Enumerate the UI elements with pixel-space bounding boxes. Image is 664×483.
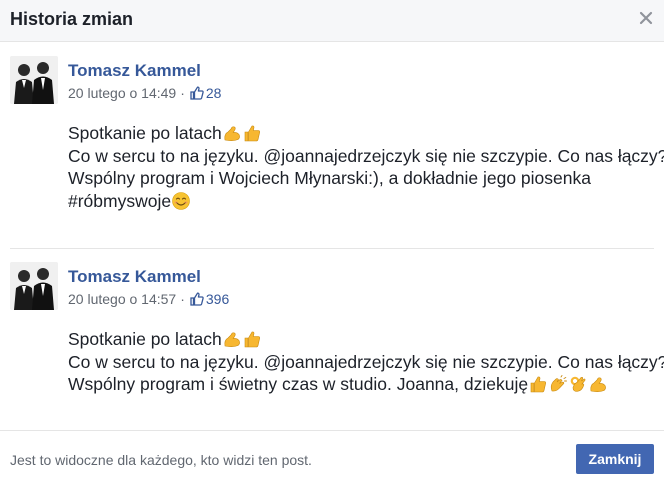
clapping-hands-icon — [550, 375, 568, 392]
edit-history-dialog: Historia zmian Tomasz Kammel 20 lutego o… — [0, 0, 664, 483]
avatar[interactable] — [10, 56, 58, 104]
like-count[interactable]: 28 — [206, 84, 222, 102]
post-line: Co w sercu to na języku. @joannajedrzejc… — [68, 145, 664, 168]
thumbs-up-emoji-icon — [244, 331, 260, 348]
close-button[interactable]: Zamknij — [576, 444, 654, 474]
meta-separator: · — [180, 85, 185, 101]
post-line-text: Spotkanie po latach — [68, 123, 222, 143]
smiling-face-icon — [172, 191, 190, 210]
post-line-text: Co w sercu to na języku. @joannajedrzejc… — [68, 145, 664, 166]
post-line-text: Spotkanie po latach — [68, 329, 222, 349]
post-line-text: Wspólny program i Wojciech Młynarski:), … — [68, 168, 591, 188]
ok-hand-icon — [570, 376, 586, 393]
post-timestamp[interactable]: 20 lutego o 14:57 — [68, 290, 176, 308]
footer-divider — [0, 430, 664, 431]
post-meta: 20 lutego o 14:49 · 28 — [68, 84, 221, 102]
flexed-biceps-icon — [590, 377, 606, 393]
post-line: Wspólny program i świetny czas w studio.… — [68, 373, 658, 396]
post-line-text: Co w sercu to na języku. @joannajedrzejc… — [68, 351, 664, 372]
visibility-note: Jest to widoczne dla każdego, kto widzi … — [10, 452, 312, 468]
like-count[interactable]: 396 — [206, 290, 229, 308]
flexed-biceps-icon — [224, 126, 240, 142]
meta-separator: · — [180, 291, 185, 307]
post-line: Wspólny program i Wojciech Młynarski:), … — [68, 167, 658, 190]
author-name[interactable]: Tomasz Kammel — [68, 61, 201, 81]
thumbs-up-icon — [190, 292, 204, 306]
thumbs-up-emoji-icon — [530, 376, 547, 393]
thumbs-up-icon — [190, 86, 204, 100]
thumbs-up-emoji-icon — [244, 125, 260, 142]
post-line-text: Wspólny program i świetny czas w studio.… — [68, 374, 529, 394]
avatar[interactable] — [10, 262, 58, 310]
post-line: #róbmyswoje — [68, 190, 658, 213]
dialog-title: Historia zmian — [10, 9, 134, 29]
post-meta: 20 lutego o 14:57 · 396 — [68, 290, 229, 308]
history-entry: Tomasz Kammel 20 lutego o 14:49 · 28 Spo… — [0, 43, 664, 248]
post-text: Spotkanie po latach Co w sercu to na jęz… — [68, 328, 664, 396]
flexed-biceps-icon — [224, 332, 240, 348]
close-icon[interactable] — [638, 10, 654, 26]
avatar-image-icon — [10, 56, 58, 104]
post-text: Spotkanie po latach Co w sercu to na jęz… — [68, 122, 664, 213]
post-line: Co w sercu to na języku. @joannajedrzejc… — [68, 351, 664, 374]
post-line: Spotkanie po latach — [68, 122, 658, 145]
post-line: Spotkanie po latach — [68, 328, 658, 351]
history-entry: Tomasz Kammel 20 lutego o 14:57 · 396 Sp… — [0, 249, 664, 429]
hashtag: #róbmyswoje — [68, 190, 172, 211]
avatar-image-icon — [10, 262, 58, 310]
dialog-header: Historia zmian — [0, 0, 664, 42]
post-timestamp[interactable]: 20 lutego o 14:49 — [68, 84, 176, 102]
author-name[interactable]: Tomasz Kammel — [68, 267, 201, 287]
